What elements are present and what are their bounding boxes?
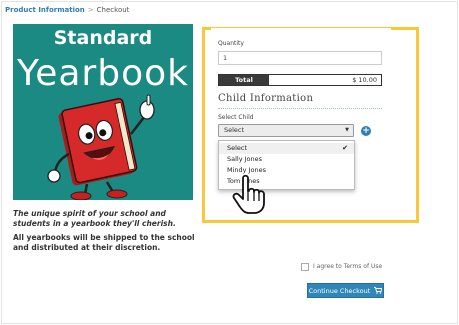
caret-down-icon: ▼ <box>345 127 349 133</box>
child-information-heading: Child Information <box>218 93 314 104</box>
cart-icon <box>374 287 383 294</box>
section-divider <box>218 108 382 109</box>
quantity-label: Quantity <box>218 40 244 47</box>
cover-title: Standard <box>53 27 153 49</box>
breadcrumb-separator: > <box>87 6 94 14</box>
option-select[interactable]: Select ✔ <box>219 143 354 154</box>
breadcrumb-product-information[interactable]: Product Information <box>5 6 85 14</box>
terms-label[interactable]: I agree to Terms of Use <box>313 263 382 271</box>
select-child-dropdown[interactable]: Select ▼ <box>218 124 354 137</box>
continue-checkout-label: Continue Checkout <box>308 287 371 295</box>
checkmark-icon: ✔ <box>342 144 348 152</box>
total-label: Total <box>219 75 269 85</box>
terms-checkbox[interactable] <box>301 263 309 271</box>
add-child-icon[interactable]: + <box>361 126 371 136</box>
hand-pointer-icon <box>232 174 265 214</box>
shipping-note: All yearbooks will be shipped to the sch… <box>13 233 195 252</box>
breadcrumb-checkout: Checkout <box>96 6 130 14</box>
continue-checkout-button[interactable]: Continue Checkout <box>307 283 384 298</box>
total-value: $ 10.00 <box>269 75 381 85</box>
cover-word: Yearbook <box>17 53 189 94</box>
total-row: Total $ 10.00 <box>218 74 382 86</box>
yearbook-cover-image: Standard Yearbook <box>13 24 193 200</box>
select-child-label: Select Child <box>218 114 254 121</box>
option-sally-jones[interactable]: Sally Jones <box>219 154 354 165</box>
product-tagline: The unique spirit of your school and stu… <box>13 209 176 228</box>
breadcrumb: Product Information > Checkout <box>5 3 129 17</box>
quantity-input[interactable]: 1 <box>218 51 382 65</box>
select-child-value: Select <box>224 126 245 134</box>
book-mascot-illustration <box>47 94 155 200</box>
